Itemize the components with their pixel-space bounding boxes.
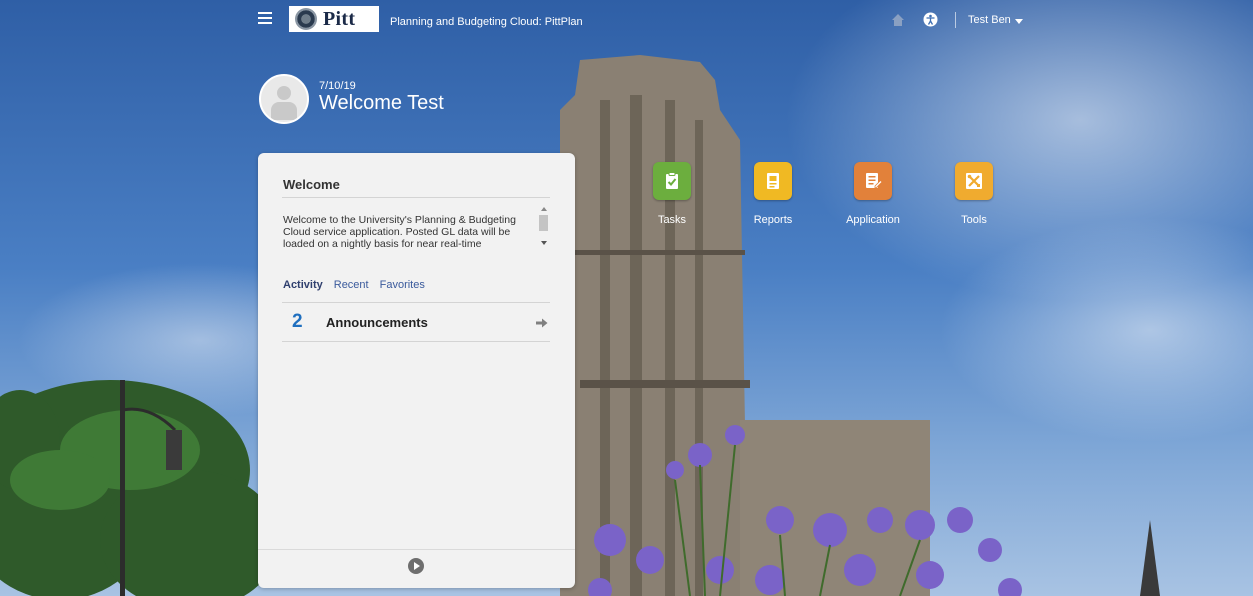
announcements-label: Announcements (326, 315, 428, 330)
activity-tabs: Activity Recent Favorites (283, 279, 436, 291)
background-image (0, 0, 1253, 596)
tab-activity[interactable]: Activity (283, 279, 323, 291)
card-application[interactable]: Application (828, 162, 918, 226)
divider (282, 197, 550, 198)
card-label: Tools (961, 214, 987, 226)
top-header: Pitt Planning and Budgeting Cloud: PittP… (0, 0, 1253, 44)
play-icon[interactable] (408, 558, 424, 574)
announcements-row[interactable]: 2 Announcements (282, 303, 550, 341)
application-icon (854, 162, 892, 200)
card-label: Tasks (657, 214, 687, 226)
divider (258, 549, 575, 550)
pitt-seal-icon (295, 8, 317, 30)
tab-favorites[interactable]: Favorites (380, 279, 425, 291)
header-divider (955, 12, 956, 28)
accessibility-icon[interactable] (923, 12, 938, 27)
scrollbar-thumb[interactable] (539, 215, 548, 231)
card-tasks[interactable]: Tasks (627, 162, 717, 226)
card-label: Reports (753, 214, 793, 226)
welcome-date: 7/10/19 (319, 80, 356, 92)
menu-icon[interactable] (258, 12, 272, 24)
announcements-count: 2 (292, 311, 303, 332)
pitt-logo[interactable]: Pitt (289, 6, 379, 32)
card-label: Application (846, 214, 900, 226)
user-name: Test Ben (968, 14, 1011, 26)
tab-recent[interactable]: Recent (334, 279, 369, 291)
chevron-down-icon (1014, 18, 1023, 24)
home-icon[interactable] (891, 13, 905, 27)
tools-icon (955, 162, 993, 200)
welcome-message: Welcome to the University's Planning & B… (283, 214, 516, 250)
app-title: Planning and Budgeting Cloud: PittPlan (390, 16, 583, 28)
card-reports[interactable]: Reports (728, 162, 818, 226)
panel-title: Welcome (283, 177, 340, 192)
user-menu[interactable]: Test Ben (968, 14, 1023, 26)
report-icon (754, 162, 792, 200)
avatar[interactable] (259, 74, 309, 124)
welcome-greeting: Welcome Test (319, 92, 444, 114)
card-tools[interactable]: Tools (929, 162, 1019, 226)
scroll-up-icon[interactable] (541, 207, 547, 211)
scroll-down-icon[interactable] (541, 241, 547, 245)
divider (282, 341, 550, 342)
welcome-panel: Welcome Welcome to the University's Plan… (258, 153, 575, 588)
arrow-right-icon (536, 318, 548, 328)
task-check-icon (653, 162, 691, 200)
logo-text: Pitt (323, 7, 356, 30)
